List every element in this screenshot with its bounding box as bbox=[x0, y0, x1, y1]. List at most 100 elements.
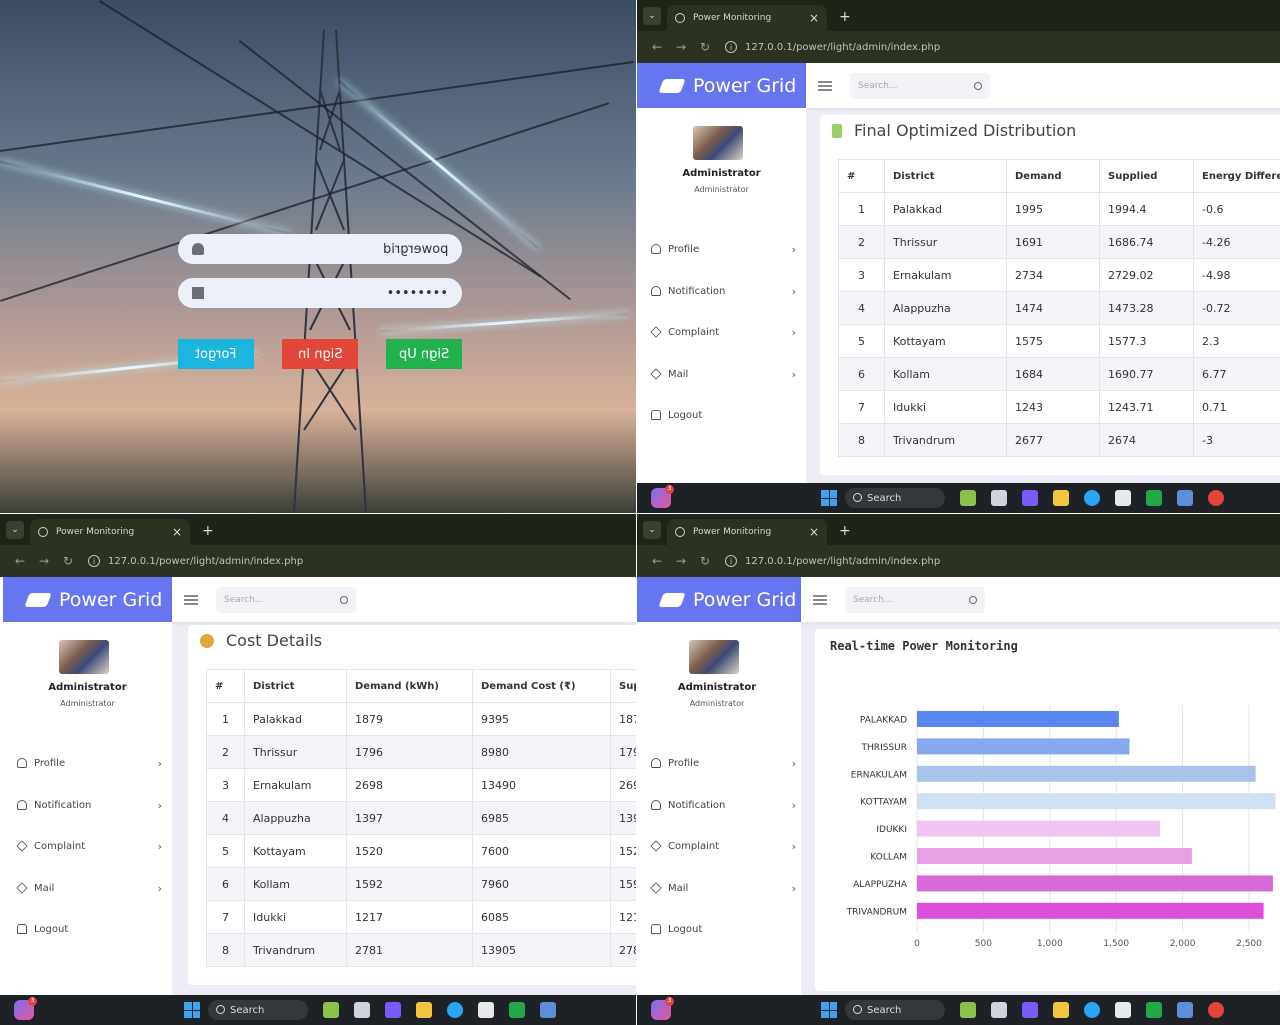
sidebar-item-logout[interactable]: Logout bbox=[651, 405, 796, 425]
widget-icon[interactable] bbox=[960, 1002, 976, 1018]
sidebar-item-logout[interactable]: Logout bbox=[17, 919, 162, 939]
search-input[interactable]: Search... bbox=[216, 586, 356, 613]
teams-icon[interactable] bbox=[1022, 1002, 1038, 1018]
chrome-icon[interactable] bbox=[1208, 1002, 1224, 1018]
file-icon[interactable] bbox=[991, 490, 1007, 506]
teams-icon[interactable] bbox=[1022, 490, 1038, 506]
site-info-icon[interactable]: i bbox=[725, 41, 737, 53]
windows-start-icon[interactable] bbox=[184, 1002, 200, 1018]
brand-logo[interactable]: Power Grid bbox=[3, 577, 172, 622]
tab-search-button[interactable]: ⌄ bbox=[6, 521, 24, 539]
browser-tab[interactable]: Power Monitoring × bbox=[667, 5, 827, 31]
teams-icon[interactable] bbox=[385, 1002, 401, 1018]
taskbar-search[interactable]: Search bbox=[845, 488, 945, 508]
sidebar-item-profile[interactable]: Profile › bbox=[651, 753, 796, 773]
xbox-icon[interactable] bbox=[1146, 490, 1162, 506]
url-field[interactable]: i 127.0.0.1/power/light/admin/index.php bbox=[725, 41, 940, 53]
store-icon[interactable] bbox=[478, 1002, 494, 1018]
sidebar-item-notification[interactable]: Notification › bbox=[17, 795, 162, 815]
reload-icon[interactable]: ↻ bbox=[693, 554, 717, 568]
forward-icon[interactable]: → bbox=[669, 554, 693, 568]
edge-icon[interactable] bbox=[447, 1002, 463, 1018]
menu-toggle-icon[interactable] bbox=[818, 80, 832, 91]
bar[interactable] bbox=[917, 820, 1161, 837]
new-tab-icon[interactable]: + bbox=[839, 523, 851, 539]
bar[interactable] bbox=[917, 765, 1256, 782]
sidebar-item-mail[interactable]: Mail › bbox=[650, 878, 796, 898]
sidebar-item-complaint[interactable]: Complaint › bbox=[650, 836, 796, 856]
edge-icon[interactable] bbox=[1084, 1002, 1100, 1018]
xbox-icon[interactable] bbox=[509, 1002, 525, 1018]
folder-icon[interactable] bbox=[416, 1002, 432, 1018]
url-field[interactable]: i 127.0.0.1/power/light/admin/index.php bbox=[725, 555, 940, 567]
bar[interactable] bbox=[917, 738, 1130, 755]
copilot-icon[interactable]: 3 bbox=[651, 997, 674, 1020]
sidebar-item-notification[interactable]: Notification › bbox=[651, 795, 796, 815]
widget-icon[interactable] bbox=[960, 490, 976, 506]
folder-icon[interactable] bbox=[1053, 1002, 1069, 1018]
sign-up-button[interactable]: Sign Up bbox=[386, 339, 462, 369]
back-icon[interactable]: ← bbox=[645, 40, 669, 54]
store-icon[interactable] bbox=[1115, 490, 1131, 506]
windows-start-icon[interactable] bbox=[821, 490, 837, 506]
folder-icon[interactable] bbox=[1053, 490, 1069, 506]
search-input[interactable]: Search... bbox=[845, 586, 985, 613]
back-icon[interactable]: ← bbox=[8, 554, 32, 568]
sidebar-item-notification[interactable]: Notification › bbox=[651, 281, 796, 301]
file-icon[interactable] bbox=[991, 1002, 1007, 1018]
new-tab-icon[interactable]: + bbox=[202, 523, 214, 539]
sidebar-item-profile[interactable]: Profile › bbox=[651, 239, 796, 259]
back-icon[interactable]: ← bbox=[645, 554, 669, 568]
search-icon[interactable] bbox=[969, 595, 977, 604]
brand-logo[interactable]: Power Grid bbox=[637, 63, 806, 108]
close-tab-icon[interactable]: × bbox=[172, 525, 182, 539]
taskbar-search[interactable]: Search bbox=[208, 1000, 308, 1020]
sidebar-item-complaint[interactable]: Complaint › bbox=[16, 836, 162, 856]
chrome-icon[interactable] bbox=[1208, 490, 1224, 506]
forward-icon[interactable]: → bbox=[32, 554, 56, 568]
sidebar-item-mail[interactable]: Mail › bbox=[650, 364, 796, 384]
browser-tab[interactable]: Power Monitoring × bbox=[667, 519, 827, 545]
search-icon[interactable] bbox=[340, 595, 348, 604]
tab-search-button[interactable]: ⌄ bbox=[643, 521, 661, 539]
search-input[interactable]: Search... bbox=[850, 72, 990, 99]
reload-icon[interactable]: ↻ bbox=[693, 40, 717, 54]
site-info-icon[interactable]: i bbox=[725, 555, 737, 567]
browser-tab[interactable]: Power Monitoring × bbox=[30, 519, 190, 545]
bar[interactable] bbox=[917, 902, 1264, 919]
sidebar-item-profile[interactable]: Profile › bbox=[17, 753, 162, 773]
forward-icon[interactable]: → bbox=[669, 40, 693, 54]
password-field[interactable]: •••••••• bbox=[178, 278, 462, 308]
site-info-icon[interactable]: i bbox=[88, 555, 100, 567]
xbox-icon[interactable] bbox=[1146, 1002, 1162, 1018]
copilot-icon[interactable]: 3 bbox=[651, 485, 674, 508]
bar[interactable] bbox=[917, 875, 1273, 892]
taskbar-search[interactable]: Search bbox=[845, 1000, 945, 1020]
tab-search-button[interactable]: ⌄ bbox=[643, 7, 661, 25]
edge-icon[interactable] bbox=[1084, 490, 1100, 506]
username-field[interactable]: powergrid bbox=[178, 234, 462, 264]
menu-toggle-icon[interactable] bbox=[184, 594, 198, 605]
new-tab-icon[interactable]: + bbox=[839, 9, 851, 25]
photos-icon[interactable] bbox=[1177, 490, 1193, 506]
close-tab-icon[interactable]: × bbox=[809, 11, 819, 25]
bar[interactable] bbox=[917, 848, 1192, 864]
windows-start-icon[interactable] bbox=[821, 1002, 837, 1018]
photos-icon[interactable] bbox=[540, 1002, 556, 1018]
sidebar-item-mail[interactable]: Mail › bbox=[16, 878, 162, 898]
close-tab-icon[interactable]: × bbox=[809, 525, 819, 539]
menu-toggle-icon[interactable] bbox=[813, 594, 827, 605]
bar[interactable] bbox=[917, 793, 1276, 810]
sidebar-item-complaint[interactable]: Complaint › bbox=[650, 322, 796, 342]
photos-icon[interactable] bbox=[1177, 1002, 1193, 1018]
url-field[interactable]: i 127.0.0.1/power/light/admin/index.php bbox=[88, 555, 303, 567]
file-icon[interactable] bbox=[354, 1002, 370, 1018]
copilot-icon[interactable]: 3 bbox=[14, 997, 37, 1020]
forgot-button[interactable]: Forgot bbox=[178, 339, 254, 369]
search-icon[interactable] bbox=[974, 81, 982, 90]
bar[interactable] bbox=[917, 711, 1119, 727]
brand-logo[interactable]: Power Grid bbox=[637, 577, 801, 622]
sidebar-item-logout[interactable]: Logout bbox=[651, 919, 796, 939]
widget-icon[interactable] bbox=[323, 1002, 339, 1018]
store-icon[interactable] bbox=[1115, 1002, 1131, 1018]
